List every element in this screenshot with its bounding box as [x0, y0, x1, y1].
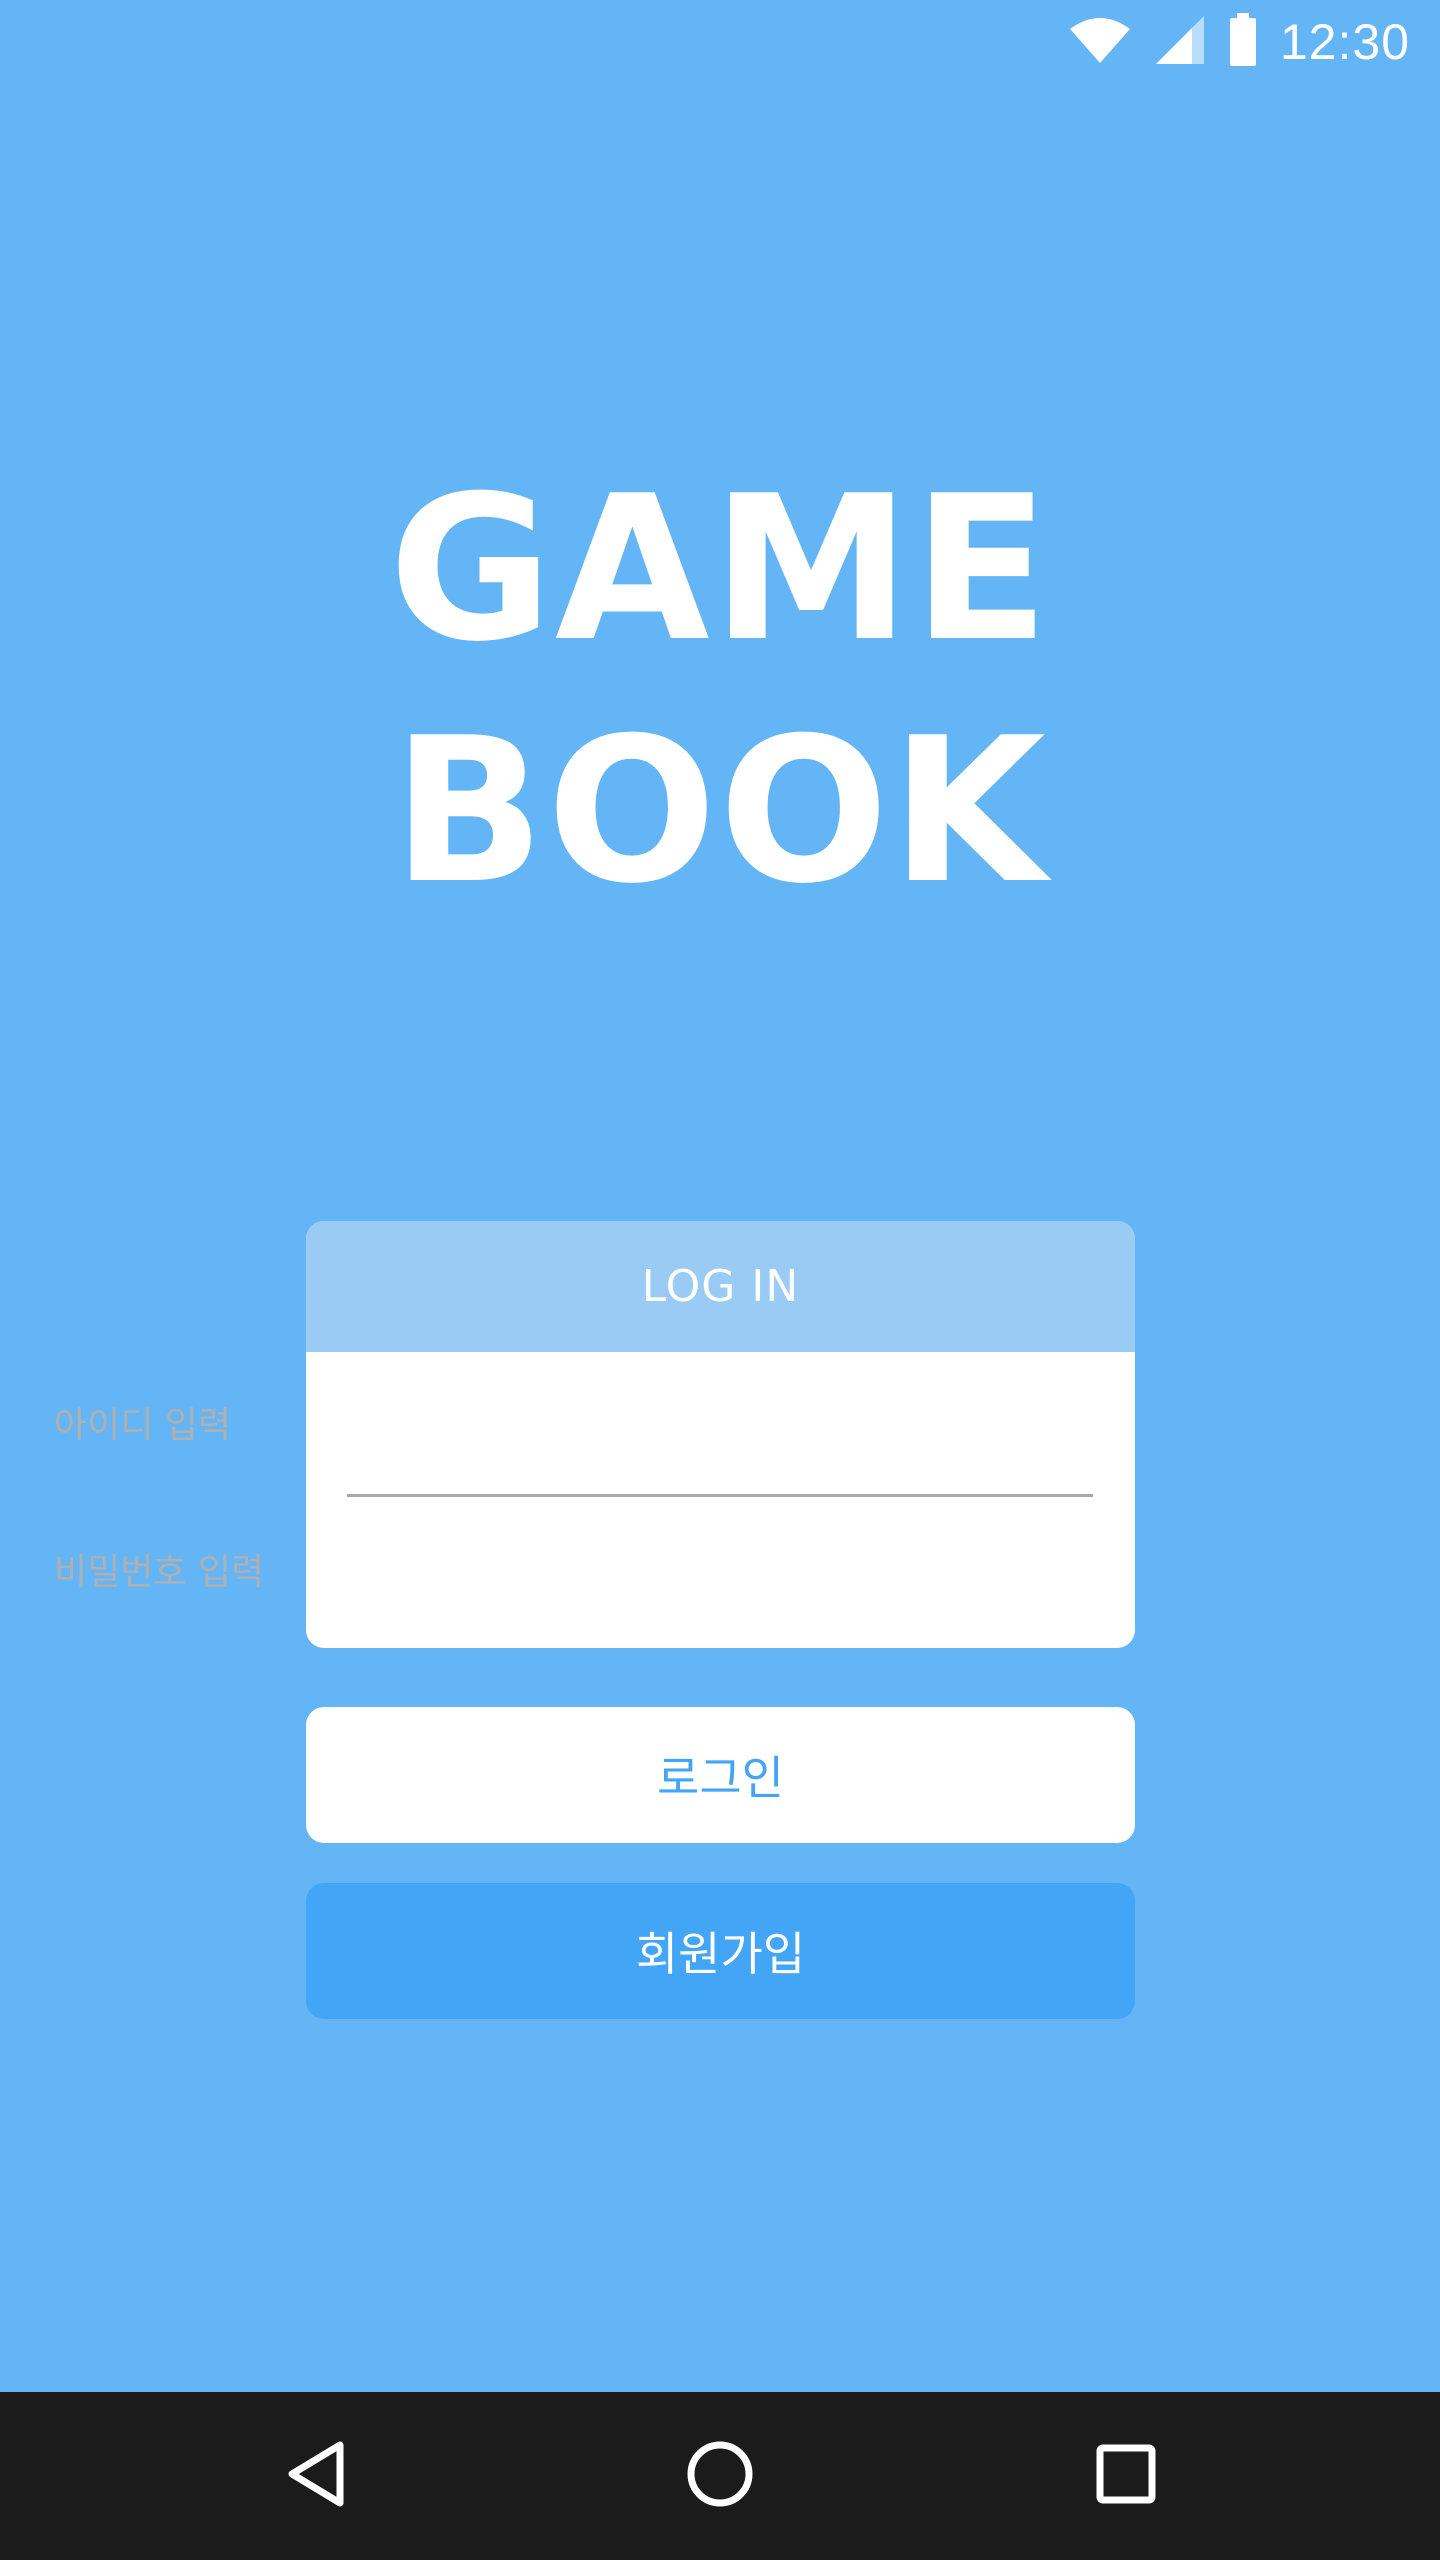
navigation-bar: [0, 2392, 1440, 2560]
status-bar: 12:30: [0, 0, 1440, 84]
home-button[interactable]: [670, 2426, 770, 2526]
login-screen: 12:30 GAME BOOK LOG IN 로그인 회원가입: [0, 0, 1440, 2560]
battery-icon: [1228, 13, 1258, 71]
cellular-signal-icon: [1154, 14, 1206, 70]
signup-button[interactable]: 회원가입: [306, 1883, 1135, 2019]
back-button[interactable]: [266, 2426, 366, 2526]
status-time: 12:30: [1279, 14, 1410, 70]
logo-line-book: BOOK: [392, 695, 1048, 928]
wifi-icon: [1068, 15, 1132, 69]
logo-line-game: GAME: [388, 453, 1052, 686]
login-button[interactable]: 로그인: [306, 1707, 1135, 1843]
recents-button[interactable]: [1076, 2426, 1176, 2526]
field-divider: [347, 1494, 1093, 1497]
login-card-header: LOG IN: [306, 1221, 1135, 1352]
home-icon: [685, 2439, 755, 2513]
password-input[interactable]: [42, 1522, 787, 1622]
back-icon: [284, 2439, 348, 2513]
status-icons: 12:30: [1068, 12, 1410, 72]
id-input[interactable]: [42, 1375, 787, 1475]
recents-icon: [1095, 2443, 1157, 2509]
